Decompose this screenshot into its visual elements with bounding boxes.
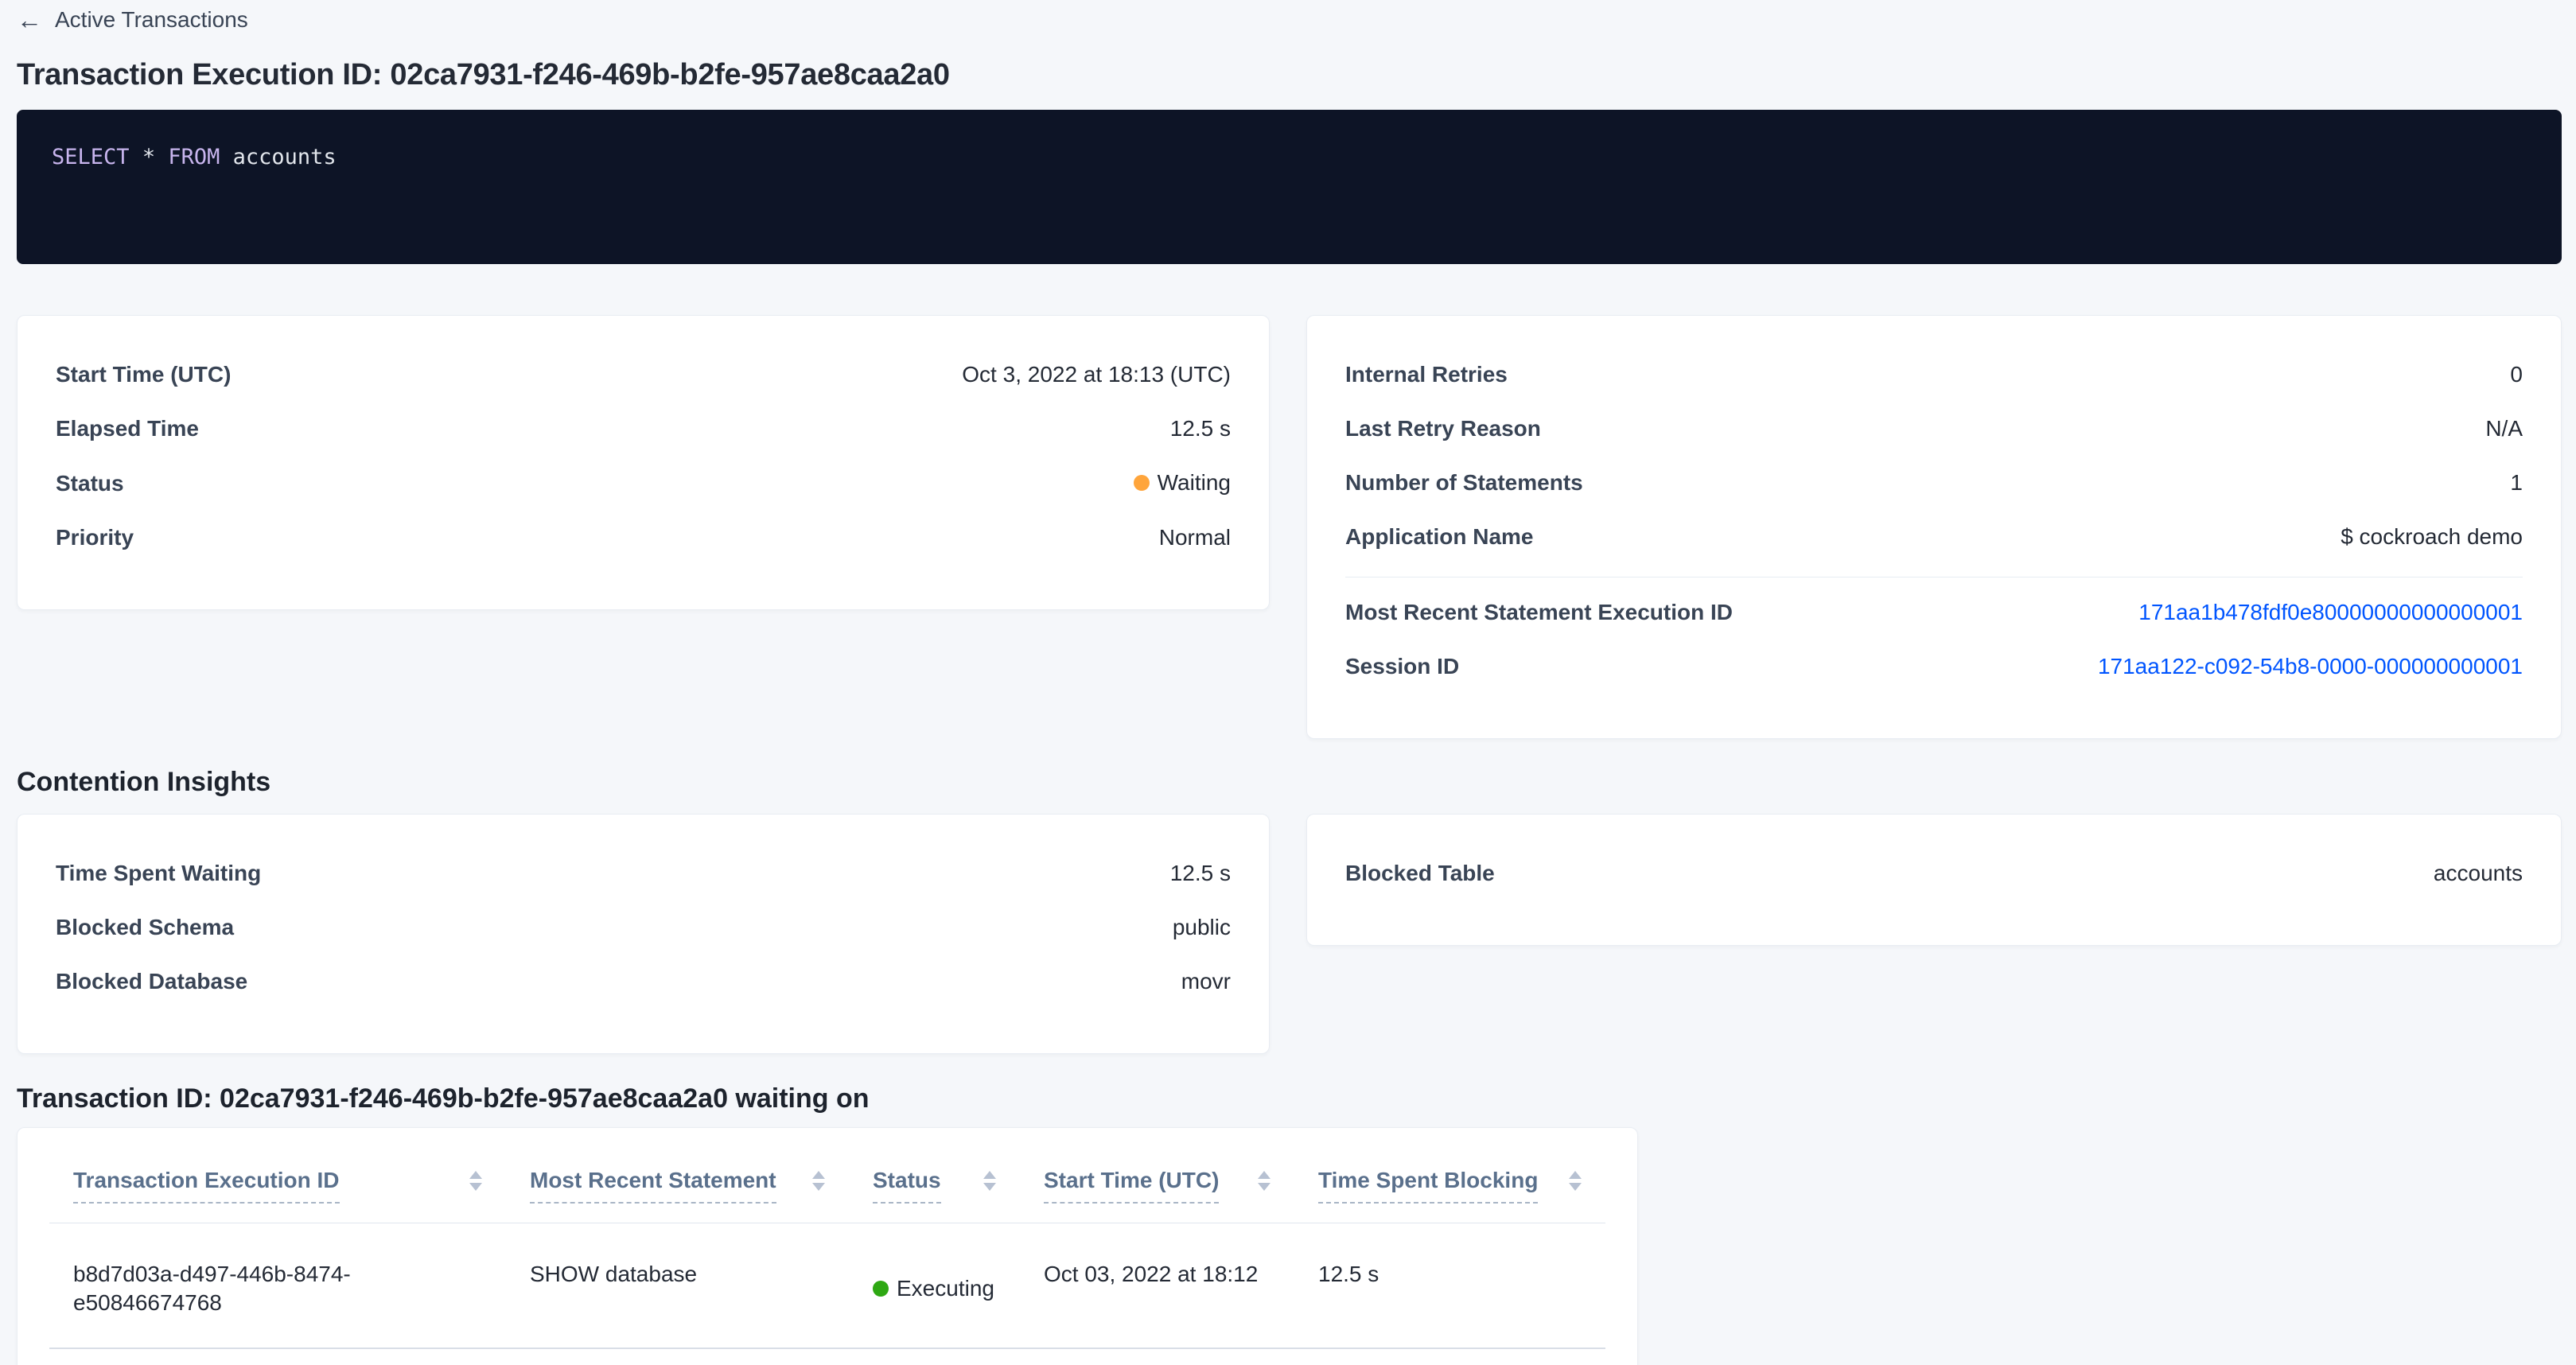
status-executing-text: Executing xyxy=(897,1274,994,1303)
back-link-label: Active Transactions xyxy=(55,6,248,33)
contention-right-card: Blocked Table accounts xyxy=(1306,814,2562,946)
status-row: Status Waiting xyxy=(56,469,1231,498)
time-spent-waiting-value: 12.5 s xyxy=(1170,859,1231,888)
overview-left-card: Start Time (UTC) Oct 3, 2022 at 18:13 (U… xyxy=(17,315,1270,610)
most-recent-statement-execution-id-label: Most Recent Statement Execution ID xyxy=(1345,598,1733,627)
sort-icon[interactable] xyxy=(1258,1171,1270,1191)
blocked-table-value: accounts xyxy=(2434,859,2523,888)
sort-icon[interactable] xyxy=(469,1171,482,1191)
column-header-start-time[interactable]: Start Time (UTC) xyxy=(1020,1128,1294,1204)
column-header-label: Most Recent Statement xyxy=(530,1166,776,1204)
application-name-row: Application Name $ cockroach demo xyxy=(1345,523,2523,551)
most-recent-statement-execution-id-link[interactable]: 171aa1b478fdf0e80000000000000001 xyxy=(2138,598,2523,627)
session-id-link[interactable]: 171aa122-c092-54b8-0000-000000000001 xyxy=(2098,652,2523,681)
blocked-schema-label: Blocked Schema xyxy=(56,913,234,942)
elapsed-time-label: Elapsed Time xyxy=(56,414,199,443)
contention-insights-heading: Contention Insights xyxy=(17,764,2562,799)
session-id-row: Session ID 171aa122-c092-54b8-0000-00000… xyxy=(1345,652,2523,681)
status-waiting-dot xyxy=(1134,475,1150,491)
internal-retries-value: 0 xyxy=(2510,360,2523,389)
overview-cards-row: Start Time (UTC) Oct 3, 2022 at 18:13 (U… xyxy=(17,315,2562,739)
column-header-most-recent-statement[interactable]: Most Recent Statement xyxy=(506,1128,849,1204)
sql-keyword-select: SELECT xyxy=(52,145,130,169)
waiting-on-table-header: Transaction Execution ID Most Recent Sta… xyxy=(49,1128,1605,1223)
start-time-row: Start Time (UTC) Oct 3, 2022 at 18:13 (U… xyxy=(56,360,1231,389)
blocked-database-value: movr xyxy=(1181,967,1231,996)
blocked-database-row: Blocked Database movr xyxy=(56,967,1231,996)
back-link-active-transactions[interactable]: ← Active Transactions xyxy=(17,6,248,33)
overview-right-card: Internal Retries 0 Last Retry Reason N/A… xyxy=(1306,315,2562,739)
number-of-statements-value: 1 xyxy=(2510,469,2523,497)
status-executing-dot xyxy=(873,1281,889,1297)
waiting-on-heading: Transaction ID: 02ca7931-f246-469b-b2fe-… xyxy=(17,1081,2562,1116)
last-retry-reason-label: Last Retry Reason xyxy=(1345,414,1541,443)
internal-retries-label: Internal Retries xyxy=(1345,360,1508,389)
sql-keyword-from: FROM xyxy=(168,145,220,169)
waiting-on-table-card: Transaction Execution ID Most Recent Sta… xyxy=(17,1127,1638,1365)
column-header-label: Time Spent Blocking xyxy=(1318,1166,1538,1204)
contention-left-card: Time Spent Waiting 12.5 s Blocked Schema… xyxy=(17,814,1270,1054)
elapsed-time-value: 12.5 s xyxy=(1170,414,1231,443)
status-waiting-text: Waiting xyxy=(1158,469,1231,497)
application-name-value: $ cockroach demo xyxy=(2341,523,2523,551)
blocked-schema-value: public xyxy=(1173,913,1231,942)
start-time-value: Oct 3, 2022 at 18:13 (UTC) xyxy=(962,360,1231,389)
sort-icon[interactable] xyxy=(1569,1171,1582,1191)
sort-icon[interactable] xyxy=(812,1171,825,1191)
internal-retries-row: Internal Retries 0 xyxy=(1345,360,2523,389)
cell-most-recent-statement: SHOW database xyxy=(506,1223,849,1348)
cell-status: Executing xyxy=(849,1223,1020,1348)
blocked-schema-row: Blocked Schema public xyxy=(56,913,1231,942)
application-name-label: Application Name xyxy=(1345,523,1533,551)
sql-table-name: accounts xyxy=(233,145,337,169)
number-of-statements-row: Number of Statements 1 xyxy=(1345,469,2523,497)
blocked-table-row: Blocked Table accounts xyxy=(1345,859,2523,888)
page-title: Transaction Execution ID: 02ca7931-f246-… xyxy=(17,56,2562,94)
priority-row: Priority Normal xyxy=(56,523,1231,552)
time-spent-waiting-label: Time Spent Waiting xyxy=(56,859,261,888)
most-recent-statement-execution-id-row: Most Recent Statement Execution ID 171aa… xyxy=(1345,598,2523,627)
cell-time-spent-blocking: 12.5 s xyxy=(1294,1223,1605,1348)
start-time-label: Start Time (UTC) xyxy=(56,360,231,389)
column-header-transaction-execution-id[interactable]: Transaction Execution ID xyxy=(49,1128,506,1204)
last-retry-reason-value: N/A xyxy=(2485,414,2523,443)
cell-start-time: Oct 03, 2022 at 18:12 xyxy=(1020,1223,1294,1348)
sql-star: * xyxy=(142,145,155,169)
back-arrow-icon: ← xyxy=(17,7,42,33)
number-of-statements-label: Number of Statements xyxy=(1345,469,1583,497)
card-divider xyxy=(1345,577,2523,578)
column-header-status[interactable]: Status xyxy=(849,1128,1020,1204)
column-header-time-spent-blocking[interactable]: Time Spent Blocking xyxy=(1294,1128,1605,1204)
priority-value: Normal xyxy=(1159,523,1231,552)
time-spent-waiting-row: Time Spent Waiting 12.5 s xyxy=(56,859,1231,888)
column-header-label: Status xyxy=(873,1166,941,1204)
sort-icon[interactable] xyxy=(983,1171,996,1191)
sql-statement-box: SELECT * FROM accounts xyxy=(17,110,2562,264)
last-retry-reason-row: Last Retry Reason N/A xyxy=(1345,414,2523,443)
column-header-label: Transaction Execution ID xyxy=(73,1166,340,1204)
column-header-label: Start Time (UTC) xyxy=(1044,1166,1219,1204)
contention-cards-row: Time Spent Waiting 12.5 s Blocked Schema… xyxy=(17,814,2562,1054)
blocked-table-label: Blocked Table xyxy=(1345,859,1495,888)
cell-transaction-execution-id: b8d7d03a-d497-446b-8474-e50846674768 xyxy=(49,1223,506,1348)
status-value: Waiting xyxy=(1134,469,1231,497)
priority-label: Priority xyxy=(56,523,134,552)
session-id-label: Session ID xyxy=(1345,652,1459,681)
transaction-details-page: ← Active Transactions Transaction Execut… xyxy=(0,0,2576,1365)
status-label: Status xyxy=(56,469,124,498)
blocked-database-label: Blocked Database xyxy=(56,967,247,996)
table-row: b8d7d03a-d497-446b-8474-e50846674768 SHO… xyxy=(49,1223,1605,1349)
elapsed-time-row: Elapsed Time 12.5 s xyxy=(56,414,1231,443)
